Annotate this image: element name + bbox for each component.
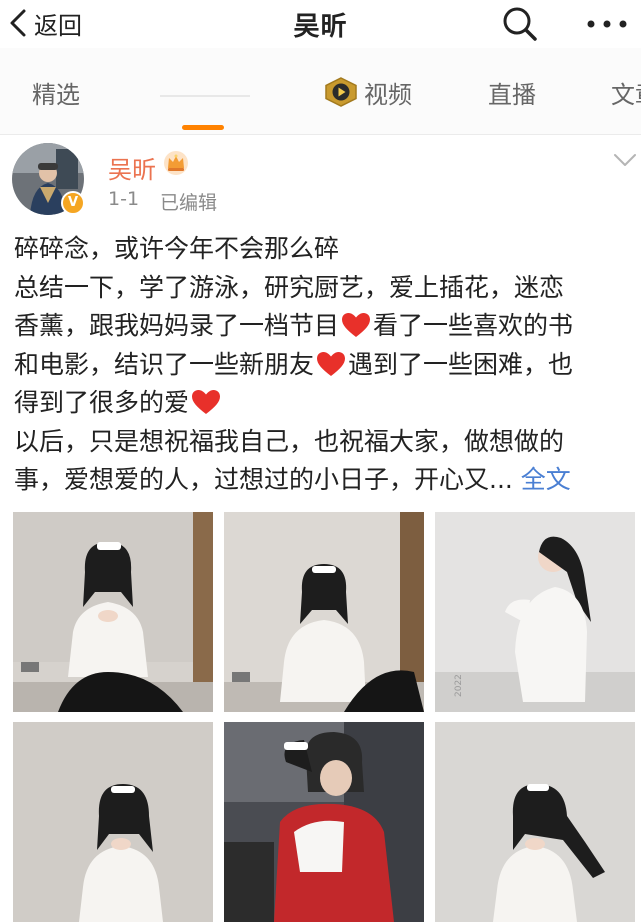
photo-image: 2022 bbox=[435, 512, 635, 712]
tab-label: 视频 bbox=[364, 80, 412, 109]
heart-icon bbox=[342, 313, 371, 337]
photo-6[interactable] bbox=[435, 722, 635, 922]
search-icon bbox=[503, 7, 537, 41]
post-text-segment: 看了一些喜欢的书 bbox=[373, 311, 574, 340]
photo-1[interactable] bbox=[13, 512, 213, 712]
author-name[interactable]: 吴昕 bbox=[108, 150, 156, 185]
page-title: 吴昕 bbox=[293, 12, 348, 42]
chevron-left-icon bbox=[10, 9, 26, 37]
photo-5[interactable] bbox=[224, 722, 424, 922]
full-text-link[interactable]: 全文 bbox=[521, 465, 571, 494]
heart-icon bbox=[192, 390, 221, 414]
heart-icon bbox=[317, 351, 346, 376]
post-line: 总结一下，学了游泳，研究厨艺，爱上插花，迷恋 bbox=[14, 272, 565, 302]
tab-active-indicator bbox=[182, 125, 224, 130]
video-play-icon bbox=[325, 77, 357, 107]
chevron-down-icon[interactable] bbox=[612, 150, 638, 170]
top-bar: 返回 吴昕 bbox=[0, 0, 641, 48]
post-line: 以后，只是想祝福我自己，也祝福大家，做想做的 bbox=[14, 426, 565, 456]
post-line: 事，爱想爱的人，过想过的小日子，开心又... 全文 bbox=[14, 461, 630, 500]
photo-4[interactable] bbox=[13, 722, 213, 922]
more-button[interactable] bbox=[582, 4, 632, 44]
photo-3[interactable]: 2022 bbox=[435, 512, 635, 712]
post-text-segment: 事，爱想爱的人，过想过的小日子，开心又... bbox=[14, 465, 513, 494]
crown-icon bbox=[164, 151, 188, 175]
post-text-segment: 香薰，跟我妈妈录了一档节目 bbox=[14, 311, 340, 340]
post-text-segment: 和电影，结识了一些新朋友 bbox=[14, 349, 315, 379]
tab-label: 直播 bbox=[488, 80, 536, 109]
more-dots-icon bbox=[587, 20, 627, 28]
post-text: 碎碎念，或许今年不会那么碎 总结一下，学了游泳，研究厨艺，爱上插花，迷恋 香薰，… bbox=[14, 230, 630, 500]
edited-label: 已编辑 bbox=[160, 192, 218, 214]
post-line: 碎碎念，或许今年不会那么碎 bbox=[14, 234, 340, 263]
post-time: 1-1 bbox=[108, 188, 140, 210]
tab-featured[interactable]: 精选 bbox=[32, 72, 80, 112]
back-button[interactable]: 返回 bbox=[6, 2, 82, 44]
tab-live[interactable]: 直播 bbox=[488, 72, 536, 112]
photo-image bbox=[13, 722, 213, 922]
photo-image bbox=[224, 722, 424, 922]
photo-image bbox=[13, 512, 213, 712]
tab-video[interactable]: 视频 bbox=[324, 72, 412, 112]
verified-badge-icon: V bbox=[61, 191, 85, 215]
photo-image bbox=[435, 722, 635, 922]
search-button[interactable] bbox=[500, 4, 540, 44]
post-text-segment: 遇到了一些困难，也 bbox=[348, 349, 574, 379]
photo-stamp: 2022 bbox=[454, 674, 464, 697]
photo-2[interactable] bbox=[224, 512, 424, 712]
back-label: 返回 bbox=[34, 11, 82, 40]
post-text-segment: 得到了很多的爱 bbox=[14, 388, 190, 417]
tab-divider bbox=[160, 95, 250, 97]
post-line: 和电影，结识了一些新朋友 遇到了一些困难，也 bbox=[14, 346, 630, 385]
post-line: 香薰，跟我妈妈录了一档节目 看了一些喜欢的书 bbox=[14, 307, 630, 346]
post-line: 得到了很多的爱 bbox=[14, 384, 630, 423]
tab-label: 精选 bbox=[32, 80, 80, 109]
tab-bar: 精选 视频 直播 文章 bbox=[0, 48, 641, 135]
photo-image bbox=[224, 512, 424, 712]
tab-label: 文章 bbox=[611, 80, 641, 109]
tab-article[interactable]: 文章 bbox=[611, 72, 641, 112]
